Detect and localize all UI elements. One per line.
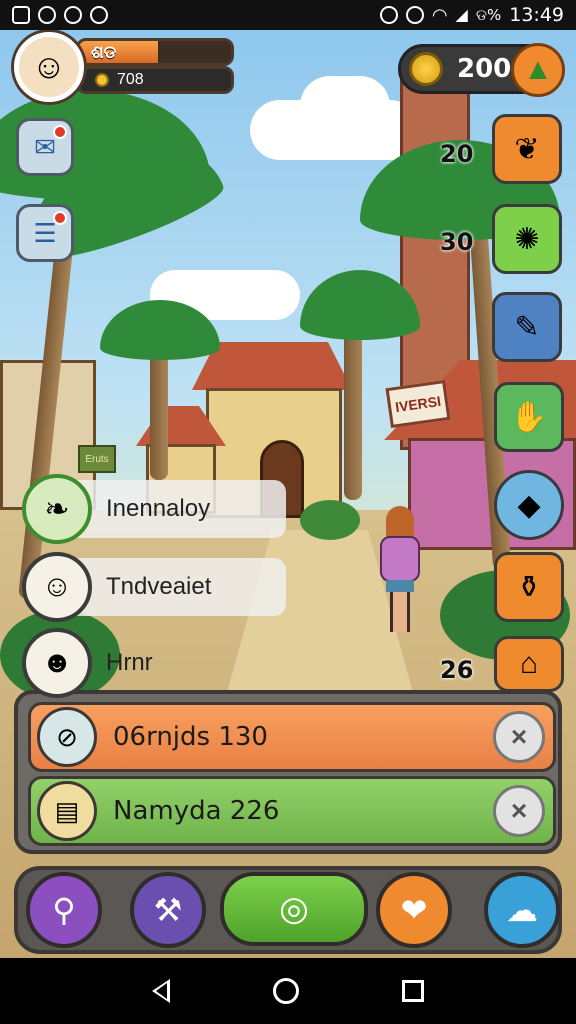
level-label: ଶଡ	[91, 43, 117, 63]
offers-panel: ⊘ 06rnjds 130 × ▤ Namyda 226 ×	[14, 690, 562, 854]
cat-icon: ☻	[22, 628, 92, 698]
glove-button[interactable]: ✋	[494, 382, 564, 452]
arrow-up-icon: ▲	[523, 53, 553, 86]
player-avatar[interactable]: ☺	[14, 32, 84, 102]
ideas-button[interactable]: ✺	[492, 204, 562, 274]
notification-badge	[53, 125, 67, 139]
girl-avatar-icon: ☺	[22, 552, 92, 622]
glove-icon: ✋	[510, 400, 548, 434]
coins-value: 708	[117, 71, 144, 88]
gem-icon: ◆	[517, 488, 541, 522]
navigation-bar	[0, 958, 576, 1024]
dog-icon: ❦	[514, 132, 540, 166]
house-count: 26	[440, 656, 474, 684]
pet-button[interactable]: ❤	[376, 872, 452, 948]
quest-label: Inennaloy	[66, 480, 286, 538]
status-left-icons	[12, 6, 108, 24]
chat-icon	[64, 6, 82, 24]
cloud	[300, 76, 390, 136]
ghost-icon: ☁	[506, 892, 538, 928]
quest-item[interactable]: ☻ Hrnr	[22, 628, 186, 698]
quest-item[interactable]: ❧ Inennaloy	[22, 474, 286, 544]
palm-trunk	[344, 320, 362, 500]
mail-icon: ✉	[34, 131, 56, 162]
quest-label: Tndveaiet	[66, 558, 286, 616]
compass-icon: ⊘	[37, 707, 97, 767]
recent-apps-icon[interactable]	[402, 980, 425, 1002]
pet-icon: ❤	[400, 892, 428, 928]
search-button[interactable]: ⚲	[26, 872, 102, 948]
back-icon[interactable]	[151, 979, 170, 1003]
gem-button[interactable]: ◆	[494, 470, 564, 540]
character-body	[380, 536, 420, 582]
crafting-icon: ⚒	[153, 892, 183, 928]
alarm-icon	[379, 6, 398, 24]
notification-badge	[53, 211, 67, 225]
gold-value: 200	[457, 54, 512, 84]
pet-count: 20	[440, 140, 474, 168]
pet-shop-button[interactable]: ❦	[492, 114, 562, 184]
quest-item[interactable]: ☺ Tndveaiet	[22, 552, 286, 622]
notification-icon	[38, 6, 56, 24]
level-bar: ଶଡ	[76, 38, 234, 66]
bread-icon: ❧	[22, 474, 92, 544]
add-gold-button[interactable]: ▲	[511, 43, 565, 97]
gallery-icon	[12, 6, 30, 24]
offer-text: Namyda 226	[113, 796, 280, 826]
offer-text: 06rnjds 130	[113, 722, 268, 752]
chat-button[interactable]: ◎	[220, 872, 368, 946]
battery-text: ଡ%	[475, 6, 502, 24]
bottom-toolbar: ⚲ ⚒ ◎ ❤ ☁	[14, 866, 562, 954]
gold-coin-icon	[409, 52, 443, 86]
gold-currency: 200 ▲	[398, 43, 565, 97]
close-button[interactable]: ×	[493, 785, 545, 837]
message-icon	[90, 6, 108, 24]
tools-button[interactable]: ✎	[492, 292, 562, 362]
tools-icon: ✎	[514, 310, 540, 344]
ideas-count: 30	[440, 228, 474, 256]
close-icon: ×	[510, 721, 528, 752]
house-button[interactable]: ⌂	[494, 636, 564, 692]
search-icon: ⚲	[52, 892, 76, 928]
character-skirt	[386, 580, 414, 592]
silent-icon	[405, 6, 424, 24]
house-icon: ⌂	[519, 647, 539, 680]
player-avatar-icon: ☺	[31, 47, 67, 86]
chat-bubble-icon: ◎	[279, 890, 309, 928]
close-button[interactable]: ×	[493, 711, 545, 763]
basket-icon: ⚱	[516, 570, 542, 604]
status-right-icons: ◠ ◢ ଡ% 13:49	[379, 4, 564, 26]
shop-sign: IVERSI	[385, 380, 451, 428]
home-icon[interactable]	[272, 978, 299, 1004]
lightbulb-icon: ✺	[514, 222, 540, 256]
clock-time: 13:49	[509, 4, 564, 26]
mail-button[interactable]: ✉	[16, 118, 74, 176]
offer-row[interactable]: ⊘ 06rnjds 130 ×	[28, 702, 556, 772]
bush	[300, 500, 360, 540]
basket-button[interactable]: ⚱	[494, 552, 564, 622]
crafting-button[interactable]: ⚒	[130, 872, 206, 948]
ghost-button[interactable]: ☁	[484, 872, 560, 948]
signal-icon: ◢	[455, 7, 468, 24]
offer-row[interactable]: ▤ Namyda 226 ×	[28, 776, 556, 846]
close-icon: ×	[510, 795, 528, 826]
wifi-icon: ◠	[431, 4, 448, 25]
status-bar: ◠ ◢ ଡ% 13:49	[0, 0, 576, 30]
player-character[interactable]	[378, 506, 422, 636]
books-icon: ▤	[37, 781, 97, 841]
coin-icon	[95, 73, 109, 87]
news-button[interactable]: ☰	[16, 204, 74, 262]
coins-bar: 708	[76, 66, 234, 94]
character-legs	[390, 592, 410, 632]
news-icon: ☰	[33, 217, 57, 248]
signpost: Eruts	[78, 445, 116, 473]
